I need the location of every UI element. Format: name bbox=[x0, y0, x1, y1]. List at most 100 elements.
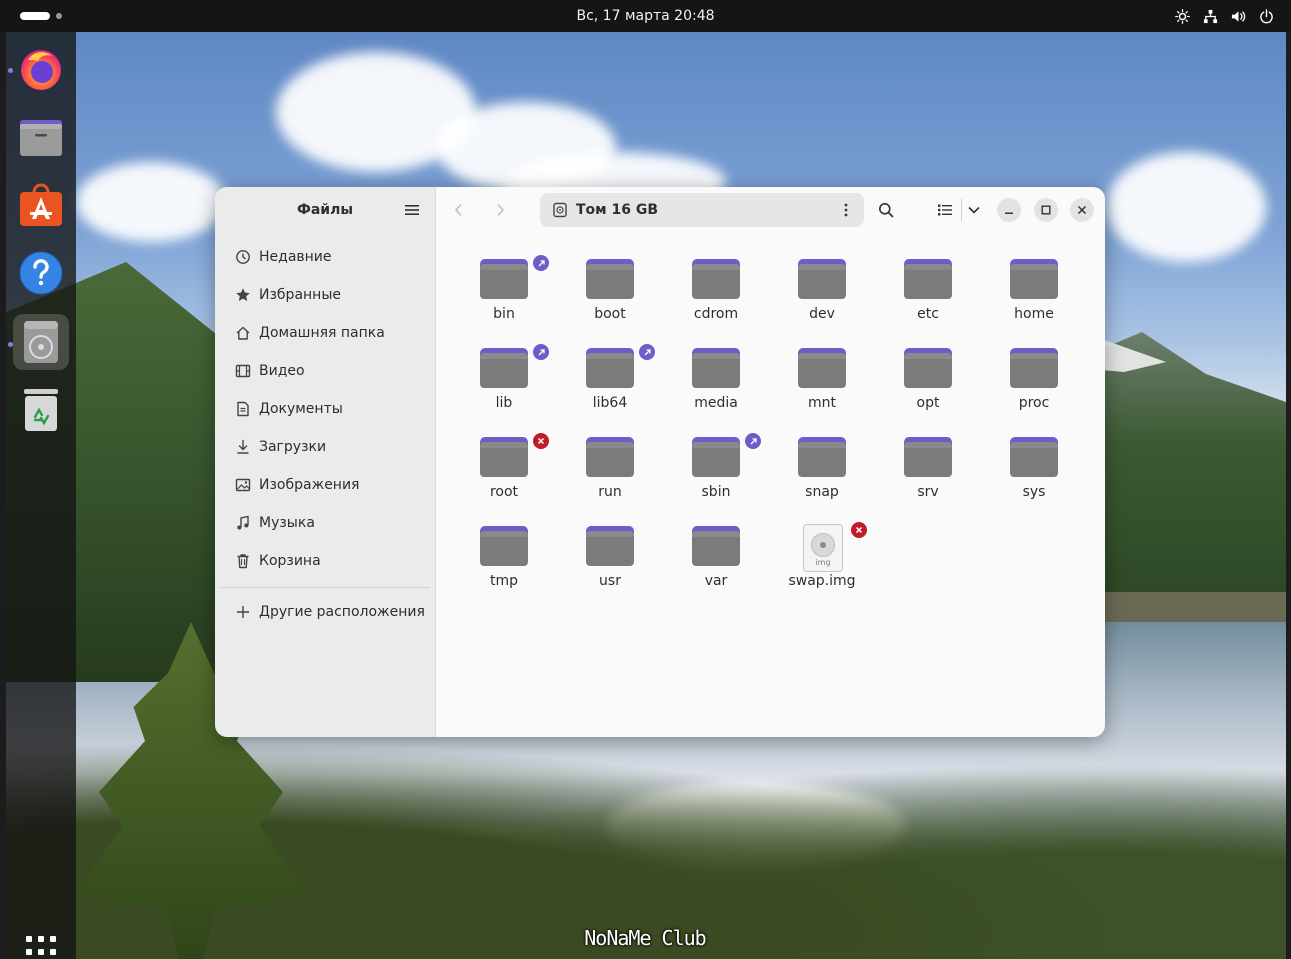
sidebar: Файлы Недавние Избранные Домашняя папка … bbox=[215, 187, 436, 737]
system-tray[interactable] bbox=[1174, 6, 1275, 26]
sidebar-item-label: Изображения bbox=[259, 477, 360, 493]
sidebar-item-label: Другие расположения bbox=[259, 604, 425, 620]
top-bar: Вс, 17 марта 20:48 bbox=[0, 0, 1291, 32]
folder-item[interactable]: opt bbox=[875, 336, 981, 422]
sidebar-header: Файлы bbox=[215, 187, 435, 233]
folder-item[interactable]: sys bbox=[981, 425, 1087, 511]
files-window: Файлы Недавние Избранные Домашняя папка … bbox=[215, 187, 1105, 737]
item-label: lib64 bbox=[592, 395, 628, 411]
dock bbox=[6, 32, 76, 959]
forward-button[interactable] bbox=[488, 199, 512, 221]
view-options-button[interactable] bbox=[962, 198, 986, 222]
back-button[interactable] bbox=[447, 199, 471, 221]
sidebar-item-recent[interactable]: Недавние bbox=[227, 238, 431, 276]
dock-app-center[interactable] bbox=[13, 177, 69, 233]
folder-item[interactable]: mnt bbox=[769, 336, 875, 422]
folder-item[interactable]: dev bbox=[769, 247, 875, 333]
show-apps-button[interactable] bbox=[26, 936, 60, 959]
folder-icon bbox=[904, 259, 952, 299]
clock[interactable]: Вс, 17 марта 20:48 bbox=[576, 8, 714, 24]
sidebar-item-music[interactable]: Музыка bbox=[227, 504, 431, 542]
folder-item[interactable]: root bbox=[451, 425, 557, 511]
sidebar-item-videos[interactable]: Видео bbox=[227, 352, 431, 390]
folder-item[interactable]: usr bbox=[557, 514, 663, 600]
path-menu-button[interactable] bbox=[836, 200, 856, 220]
search-button[interactable] bbox=[874, 198, 898, 222]
folder-item[interactable]: bin bbox=[451, 247, 557, 333]
folder-item[interactable]: cdrom bbox=[663, 247, 769, 333]
sidebar-item-label: Музыка bbox=[259, 515, 315, 531]
drive-icon bbox=[553, 202, 567, 218]
symlink-emblem-icon bbox=[533, 255, 549, 271]
folder-icon bbox=[798, 348, 846, 388]
item-label: lib bbox=[495, 395, 513, 411]
file-item[interactable]: img swap.img bbox=[769, 514, 875, 600]
folder-icon bbox=[480, 437, 528, 477]
dock-trash[interactable] bbox=[13, 382, 69, 438]
path-label: Том 16 GB bbox=[576, 202, 659, 218]
symlink-emblem-icon bbox=[533, 344, 549, 360]
folder-item[interactable]: lib64 bbox=[557, 336, 663, 422]
path-bar[interactable]: Том 16 GB bbox=[540, 193, 864, 227]
trash-icon bbox=[24, 389, 58, 431]
sidebar-item-starred[interactable]: Избранные bbox=[227, 276, 431, 314]
symlink-emblem-icon bbox=[639, 344, 655, 360]
folder-icon bbox=[1010, 259, 1058, 299]
folder-item[interactable]: tmp bbox=[451, 514, 557, 600]
folder-item[interactable]: srv bbox=[875, 425, 981, 511]
folder-item[interactable]: boot bbox=[557, 247, 663, 333]
folder-item[interactable]: etc bbox=[875, 247, 981, 333]
sidebar-item-trash[interactable]: Корзина bbox=[227, 542, 431, 580]
clock-container: Вс, 17 марта 20:48 bbox=[0, 0, 1291, 32]
folder-item[interactable]: sbin bbox=[663, 425, 769, 511]
clock-icon bbox=[235, 249, 251, 265]
folder-icon bbox=[480, 526, 528, 566]
folder-item[interactable]: lib bbox=[451, 336, 557, 422]
folder-icon bbox=[586, 437, 634, 477]
no-access-emblem-icon bbox=[851, 522, 867, 538]
folder-item[interactable]: var bbox=[663, 514, 769, 600]
folder-icon bbox=[798, 437, 846, 477]
dock-disk-app[interactable] bbox=[13, 314, 69, 370]
workspace-dot bbox=[56, 13, 62, 19]
volume-icon[interactable] bbox=[1230, 6, 1247, 26]
dock-firefox[interactable] bbox=[13, 41, 69, 97]
activities-button[interactable] bbox=[20, 12, 62, 20]
folder-icon bbox=[692, 348, 740, 388]
power-icon[interactable] bbox=[1258, 6, 1275, 26]
network-icon[interactable] bbox=[1202, 6, 1219, 26]
brightness-icon[interactable] bbox=[1174, 6, 1191, 26]
workspace-indicator bbox=[20, 12, 50, 20]
disk-app-icon bbox=[24, 321, 58, 363]
folder-icon bbox=[798, 259, 846, 299]
chevron-left-icon bbox=[454, 203, 462, 217]
sidebar-item-documents[interactable]: Документы bbox=[227, 390, 431, 428]
sidebar-item-label: Недавние bbox=[259, 249, 332, 265]
item-label: cdrom bbox=[693, 306, 739, 322]
chevron-right-icon bbox=[497, 203, 505, 217]
maximize-button[interactable] bbox=[1034, 198, 1058, 222]
folder-item[interactable]: media bbox=[663, 336, 769, 422]
item-label: proc bbox=[1018, 395, 1050, 411]
view-mode-button[interactable] bbox=[933, 198, 957, 222]
folder-icon bbox=[692, 437, 740, 477]
item-label: sys bbox=[1022, 484, 1046, 500]
sidebar-item-home[interactable]: Домашняя папка bbox=[227, 314, 431, 352]
dock-files[interactable] bbox=[13, 109, 69, 165]
file-extension-label: img bbox=[815, 558, 831, 567]
sidebar-item-label: Загрузки bbox=[259, 439, 327, 455]
folder-item[interactable]: proc bbox=[981, 336, 1087, 422]
main-menu-button[interactable] bbox=[401, 200, 423, 220]
item-label: mnt bbox=[808, 395, 836, 411]
sidebar-item-pictures[interactable]: Изображения bbox=[227, 466, 431, 504]
folder-item[interactable]: snap bbox=[769, 425, 875, 511]
minimize-button[interactable] bbox=[997, 198, 1021, 222]
sidebar-item-other-locations[interactable]: Другие расположения bbox=[227, 593, 439, 631]
sidebar-item-downloads[interactable]: Загрузки bbox=[227, 428, 431, 466]
folder-item[interactable]: home bbox=[981, 247, 1087, 333]
content-area: Том 16 GB bin boot cdrom dev etc home lib lib64… bbox=[436, 187, 1105, 737]
dock-help[interactable] bbox=[13, 245, 69, 301]
close-button[interactable] bbox=[1070, 198, 1094, 222]
folder-item[interactable]: run bbox=[557, 425, 663, 511]
hamburger-icon bbox=[405, 205, 419, 215]
